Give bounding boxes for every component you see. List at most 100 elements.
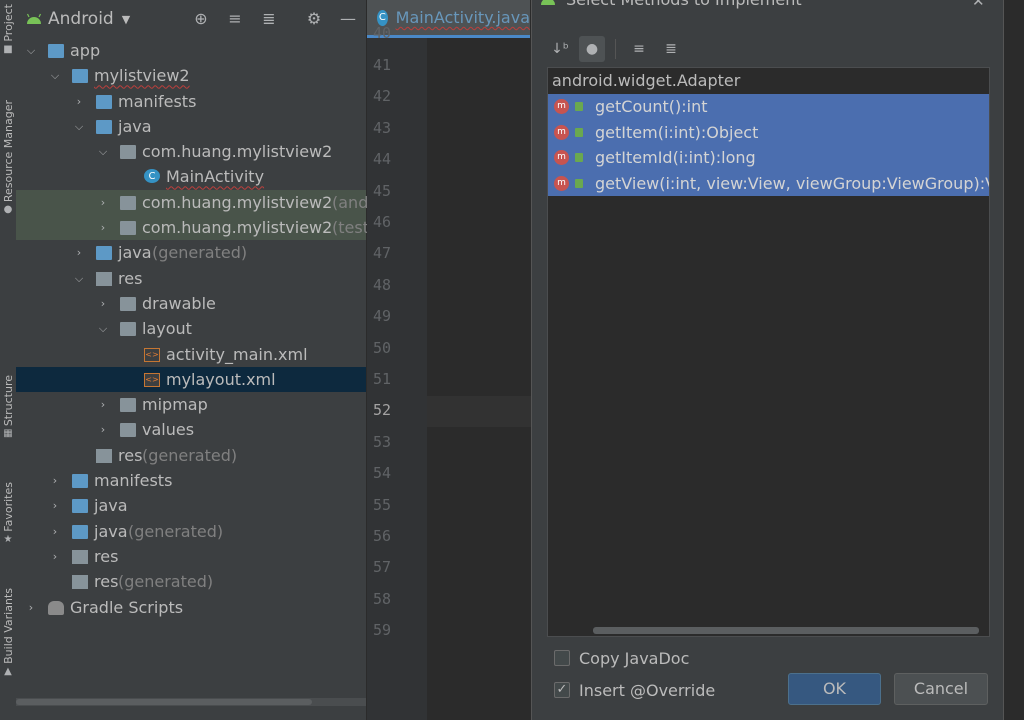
line-number: 51 — [373, 370, 392, 388]
chevron-right-icon[interactable]: › — [96, 392, 110, 417]
chevron-right-icon[interactable]: › — [48, 493, 62, 518]
expand-all-icon[interactable]: ≡ — [626, 36, 652, 62]
resource-manager-tab-label: Resource Manager — [1, 100, 15, 203]
method-row[interactable]: m getItem(i:int):Object — [548, 119, 989, 145]
tree-node[interactable]: › Gradle Scripts — [16, 595, 366, 620]
tree-node-suffix: (generated) — [118, 572, 214, 592]
show-interfaces-toggle-icon[interactable]: ● — [579, 36, 605, 62]
chevron-right-icon[interactable]: › — [72, 240, 86, 265]
tree-node-suffix: (generated) — [152, 243, 248, 263]
source-folder-icon — [48, 44, 64, 58]
collapse-all-icon[interactable]: ≣ — [658, 36, 684, 62]
chevron-right-icon[interactable]: › — [48, 519, 62, 544]
tree-node[interactable]: › drawable — [16, 291, 366, 316]
tree-node[interactable]: › res — [16, 544, 366, 569]
tree-node[interactable]: › java — [16, 493, 366, 518]
sort-alphabetically-icon[interactable]: ↓ᵇ — [547, 36, 573, 62]
expand-all-icon[interactable]: ≡ — [225, 9, 245, 29]
insert-override-option[interactable]: ✓ Insert @Override — [554, 680, 715, 700]
tree-node[interactable]: › values — [16, 417, 366, 442]
copy-javadoc-checkbox[interactable] — [554, 650, 570, 666]
tree-node[interactable]: ⌵ com.huang.mylistview2 — [16, 139, 366, 164]
method-row[interactable]: m getItemId(i:int):long — [548, 145, 989, 171]
tree-node-label: manifests — [118, 91, 197, 111]
tree-node[interactable]: ⌵ app — [16, 38, 366, 63]
tree-node-label: com.huang.mylistview2 — [142, 142, 333, 162]
line-number: 50 — [373, 338, 392, 357]
chevron-down-icon[interactable]: ▼ — [122, 13, 130, 26]
tree-node[interactable]: <> mylayout.xml — [16, 366, 366, 393]
close-icon[interactable]: ✕ — [972, 0, 985, 10]
tree-node[interactable]: res (generated) — [16, 569, 366, 594]
cancel-button[interactable]: Cancel — [894, 673, 988, 705]
tree-node-label: MainActivity — [166, 167, 265, 187]
tree-node-label: app — [70, 41, 101, 60]
chevron-right-icon[interactable]: › — [96, 215, 110, 240]
method-row[interactable]: m getCount():int — [548, 94, 989, 120]
chevron-down-icon[interactable]: ⌵ — [48, 63, 62, 88]
settings-icon[interactable]: ⚙ — [304, 9, 324, 29]
public-access-icon — [575, 153, 583, 162]
tree-node[interactable]: › com.huang.mylistview2 (andr — [16, 189, 375, 216]
collapse-all-icon[interactable]: ≣ — [259, 9, 279, 29]
scrollbar-thumb[interactable] — [16, 699, 312, 705]
line-number: 41 — [373, 56, 392, 74]
tree-node-label: mylistview2 — [94, 66, 190, 86]
tree-node[interactable]: › manifests — [16, 468, 366, 493]
method-row[interactable]: m getView(i:int, view:View, viewGroup:Vie… — [548, 170, 989, 196]
favorites-tool-tab[interactable]: Favorites ★ — [0, 482, 16, 545]
methods-list[interactable]: android.widget.Adapter m getCount():int m g… — [547, 67, 990, 637]
tree-node[interactable]: ⌵ res — [16, 266, 366, 291]
tree-node[interactable]: ⌵ layout — [16, 316, 366, 341]
chevron-right-icon[interactable]: › — [96, 291, 110, 316]
chevron-right-icon[interactable]: › — [24, 595, 38, 620]
copy-javadoc-option[interactable]: Copy JavaDoc — [554, 648, 689, 668]
hide-icon[interactable]: — — [338, 9, 358, 29]
project-tree: ⌵ app ⌵ mylistview2 › manifests ⌵ java ⌵ com.huan… — [16, 38, 375, 620]
insert-override-checkbox[interactable]: ✓ — [554, 682, 570, 698]
project-view-selector[interactable]: Android — [48, 9, 114, 29]
build-variants-tool-tab[interactable]: Build Variants ▲ — [0, 588, 16, 677]
project-tool-tab[interactable]: Project ■ — [0, 4, 16, 55]
tree-node[interactable]: ⌵ java — [16, 114, 366, 139]
structure-tool-tab[interactable]: Structure ▦ — [0, 375, 16, 439]
tree-node[interactable]: › manifests — [16, 89, 366, 114]
project-tab-label: Project — [1, 4, 15, 42]
chevron-down-icon[interactable]: ⌵ — [96, 139, 110, 164]
tree-node-label: res — [94, 546, 119, 566]
package-icon — [120, 195, 136, 210]
line-number: 56 — [373, 527, 392, 545]
chevron-right-icon[interactable]: › — [96, 417, 110, 442]
tree-node[interactable]: › com.huang.mylistview2 (test) — [16, 215, 375, 241]
chevron-right-icon[interactable]: › — [48, 468, 62, 493]
structure-tab-label: Structure — [1, 375, 15, 427]
editor-right-edge — [1004, 0, 1024, 720]
horizontal-scrollbar[interactable] — [16, 698, 366, 706]
locate-icon[interactable]: ⊕ — [191, 9, 211, 29]
tree-node-label: res — [94, 572, 119, 592]
chevron-right-icon[interactable]: › — [72, 89, 86, 114]
chevron-down-icon[interactable]: ⌵ — [24, 38, 38, 63]
line-number: 42 — [373, 87, 392, 106]
tree-node[interactable]: › java (generated) — [16, 519, 366, 544]
public-access-icon — [575, 127, 583, 137]
resource-manager-tool-tab[interactable]: Resource Manager ● — [0, 100, 16, 215]
tree-node[interactable]: <> activity_main.xml — [16, 342, 366, 367]
chevron-down-icon[interactable]: ⌵ — [72, 114, 86, 139]
tree-node[interactable]: › mipmap — [16, 392, 366, 417]
list-horizontal-scrollbar[interactable] — [548, 624, 989, 636]
tree-node[interactable]: ⌵ mylistview2 — [16, 63, 366, 88]
resource-folder-icon — [72, 575, 88, 590]
resource-folder-icon — [96, 271, 112, 286]
chevron-down-icon[interactable]: ⌵ — [72, 266, 86, 291]
ok-button[interactable]: OK — [788, 673, 881, 705]
chevron-right-icon[interactable]: › — [48, 544, 62, 569]
tree-node[interactable]: C MainActivity — [16, 164, 366, 189]
chevron-down-icon[interactable]: ⌵ — [96, 316, 110, 341]
scrollbar-thumb[interactable] — [593, 627, 979, 634]
line-number: 49 — [373, 307, 392, 326]
line-number: 59 — [373, 621, 392, 640]
tree-node[interactable]: › java (generated) — [16, 240, 366, 265]
chevron-right-icon[interactable]: › — [96, 190, 110, 215]
tree-node[interactable]: res (generated) — [16, 443, 366, 468]
